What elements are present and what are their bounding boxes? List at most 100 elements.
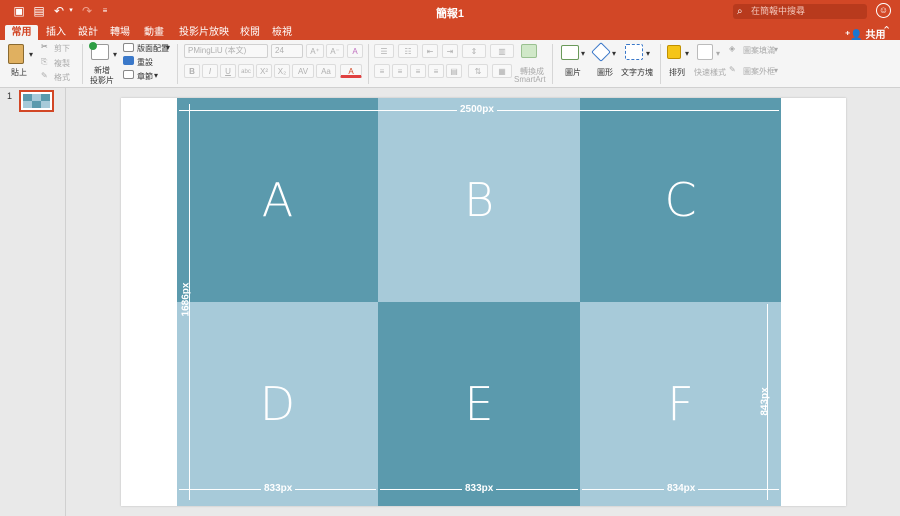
increase-indent-button[interactable]: ⇥	[442, 44, 458, 58]
change-case-button[interactable]: Aa	[316, 64, 336, 78]
search-placeholder: 在簡報中搜尋	[751, 6, 806, 16]
shape-fill-label[interactable]: 圖案填滿	[743, 45, 775, 56]
layout-dropdown-icon[interactable]: ▾	[166, 43, 170, 52]
shape-fill-icon[interactable]: ◈	[729, 44, 735, 53]
shrink-font-button[interactable]: A⁻	[326, 44, 344, 58]
quick-styles-dropdown-icon[interactable]: ▾	[716, 49, 720, 58]
font-color-button[interactable]: A	[340, 64, 362, 78]
tab-transitions[interactable]: 轉場	[106, 25, 134, 40]
feedback-smiley-icon[interactable]: ☺	[876, 3, 891, 18]
italic-button[interactable]: I	[202, 64, 218, 78]
paste-label[interactable]: 貼上	[11, 67, 27, 78]
text-direction-button[interactable]: ⇅	[468, 64, 488, 78]
cell-f[interactable]: F	[580, 302, 781, 506]
cell-d[interactable]: D	[177, 302, 378, 506]
font-size-value: 24	[275, 46, 284, 55]
thumb-cell	[32, 94, 41, 101]
dimension-col1: 833px	[261, 483, 296, 494]
textbox-dropdown-icon[interactable]: ▾	[646, 49, 650, 58]
tab-animations[interactable]: 動畫	[140, 25, 168, 40]
arrange-dropdown-icon[interactable]: ▾	[685, 49, 689, 58]
subscript-button[interactable]: X₂	[274, 64, 290, 78]
picture-icon[interactable]	[561, 45, 579, 60]
bullets-button[interactable]: ☰	[374, 44, 394, 58]
columns-button[interactable]: ▥	[490, 44, 514, 58]
justify-button[interactable]: ≡	[428, 64, 444, 78]
character-spacing-button[interactable]: AV	[292, 64, 314, 78]
quick-styles-label[interactable]: 快速樣式	[694, 67, 726, 78]
cell-b[interactable]: B	[378, 98, 580, 302]
smartart-icon[interactable]	[521, 44, 537, 58]
tab-slideshow[interactable]: 投影片放映	[174, 25, 234, 40]
section-dropdown-icon[interactable]: ▾	[154, 71, 158, 80]
dimension-width-total: 2500px	[457, 104, 497, 115]
format-label[interactable]: 格式	[54, 72, 70, 83]
superscript-button[interactable]: X²	[256, 64, 272, 78]
clear-formatting-button[interactable]: A	[347, 44, 363, 58]
copy-icon[interactable]: ⎘	[41, 57, 47, 67]
picture-dropdown-icon[interactable]: ▾	[581, 49, 585, 58]
align-center-button[interactable]: ≡	[392, 64, 408, 78]
shape-dropdown-icon[interactable]: ▾	[612, 49, 616, 58]
collapse-ribbon-icon[interactable]: ⌃	[882, 24, 891, 37]
font-size-field[interactable]: 24	[271, 44, 303, 58]
arrange-icon[interactable]	[667, 45, 681, 59]
cut-icon[interactable]: ✂	[41, 42, 48, 51]
grow-font-button[interactable]: A⁺	[306, 44, 324, 58]
section-icon[interactable]	[123, 70, 134, 79]
cell-c[interactable]: C	[580, 98, 781, 302]
paste-icon[interactable]	[8, 44, 24, 64]
textbox-icon[interactable]	[625, 44, 643, 60]
ribbon-separator	[368, 44, 369, 84]
strikethrough-button[interactable]: abc	[238, 64, 254, 78]
align-text-button[interactable]: ▦	[492, 64, 512, 78]
distributed-button[interactable]: ▤	[446, 64, 462, 78]
align-right-button[interactable]: ≡	[410, 64, 426, 78]
paste-dropdown-icon[interactable]: ▾	[29, 50, 33, 59]
title-bar: ▣ ▤ ↶ ▾ ↷ ≡ 簡報1 ⌕ 在簡報中搜尋 ☺	[0, 0, 900, 23]
align-left-button[interactable]: ≡	[374, 64, 390, 78]
quick-styles-icon[interactable]	[697, 44, 713, 60]
cell-e[interactable]: E	[378, 302, 580, 506]
dimension-col2: 833px	[462, 483, 497, 494]
layout-icon[interactable]	[123, 43, 134, 52]
reset-label[interactable]: 重設	[137, 57, 153, 68]
reset-icon[interactable]	[123, 56, 134, 65]
convert-smartart-label-line2[interactable]: SmartArt	[514, 75, 546, 84]
tab-design[interactable]: 設計	[74, 25, 102, 40]
slide[interactable]: A B C D E F 2500px 1686px 833px 833px 83…	[121, 98, 846, 506]
slide-thumbnail[interactable]	[19, 90, 54, 112]
format-painter-icon[interactable]: ✎	[41, 71, 48, 80]
dimension-row2: 843px	[759, 387, 771, 416]
share-button[interactable]: ⁺👤 共用	[845, 26, 886, 41]
bold-button[interactable]: B	[184, 64, 200, 78]
search-input[interactable]: ⌕ 在簡報中搜尋	[733, 4, 867, 19]
shape-icon[interactable]	[591, 42, 611, 62]
picture-label[interactable]: 圖片	[565, 67, 581, 78]
line-spacing-button[interactable]: ⇕	[462, 44, 486, 58]
underline-button[interactable]: U	[220, 64, 236, 78]
layout-label[interactable]: 版面配置	[137, 43, 169, 54]
numbering-button[interactable]: ☷	[398, 44, 418, 58]
thumb-cell	[23, 94, 32, 101]
font-name-field[interactable]: PMingLiU (本文)	[184, 44, 268, 58]
plus-icon	[89, 42, 97, 50]
shape-outline-label[interactable]: 圖案外框	[743, 66, 775, 77]
shape-outline-dropdown-icon[interactable]: ▾	[774, 66, 778, 75]
tab-view[interactable]: 檢視	[268, 25, 296, 40]
decrease-indent-button[interactable]: ⇤	[422, 44, 438, 58]
shape-fill-dropdown-icon[interactable]: ▾	[774, 45, 778, 54]
copy-label[interactable]: 複製	[54, 58, 70, 69]
shape-label[interactable]: 圖形	[597, 67, 613, 78]
textbox-label[interactable]: 文字方塊	[621, 67, 653, 78]
cut-label[interactable]: 剪下	[54, 43, 70, 54]
new-slide-dropdown-icon[interactable]: ▾	[113, 50, 117, 59]
arrange-label[interactable]: 排列	[669, 67, 685, 78]
tab-insert[interactable]: 插入	[42, 25, 70, 40]
tab-review[interactable]: 校閱	[236, 25, 264, 40]
new-slide-label-line2[interactable]: 投影片	[90, 75, 114, 86]
tab-home[interactable]: 常用	[5, 25, 38, 40]
shape-outline-icon[interactable]: ✎	[729, 65, 736, 74]
section-label[interactable]: 章節	[137, 71, 153, 82]
cell-a[interactable]: A	[177, 98, 378, 302]
